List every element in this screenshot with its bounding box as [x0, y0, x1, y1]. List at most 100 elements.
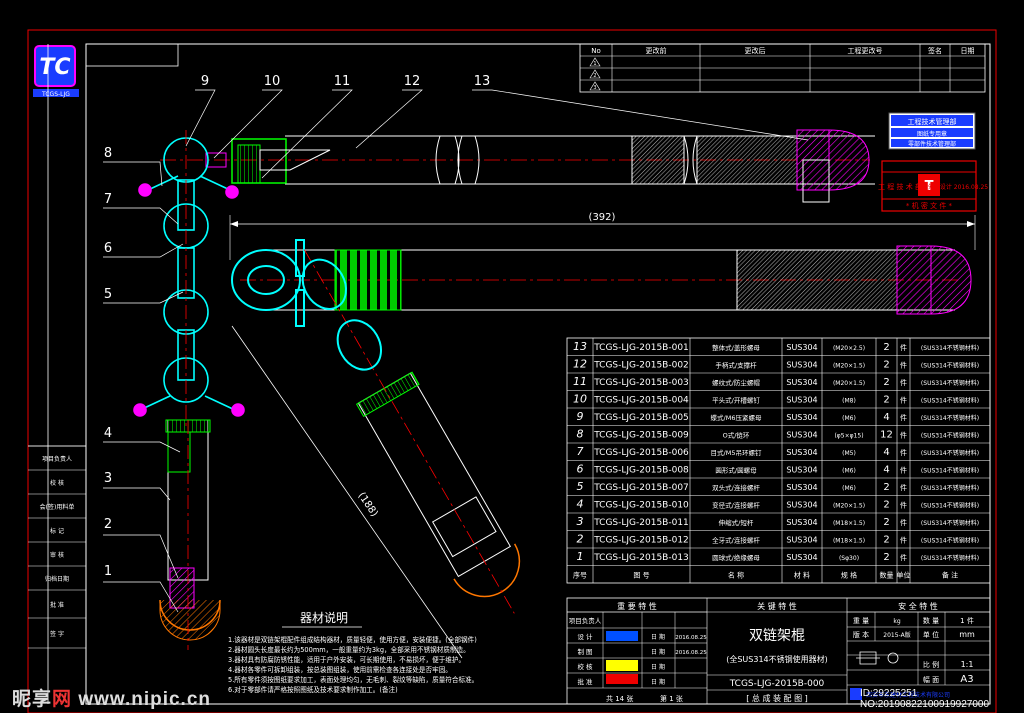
bom-cell-no: 9: [577, 410, 584, 423]
bom-cell-qty: 4: [883, 465, 889, 476]
bom-cell-code: TCGS-LJG-2015B-007: [593, 483, 689, 493]
bom-cell-spec: (M5): [842, 450, 856, 457]
callout-leader: [103, 487, 171, 501]
left-strip-label: 签 字: [50, 630, 64, 638]
bom-cell-qty: 2: [883, 517, 889, 528]
lower-tube-assembly: [159, 419, 221, 650]
bom-cell-mat: SUS304: [786, 413, 817, 422]
revision-header: 工程更改号: [848, 46, 883, 55]
image-id: ID:29225251 NO:20190822100919927000: [860, 688, 990, 710]
drawing-subtitle: (全SUS314不锈钢使用器材): [726, 654, 828, 664]
bom-cell-spec: (M6): [842, 485, 856, 492]
drawing-number: TCGS-LJG-2015B-000: [729, 679, 825, 689]
bom-cell-mat: SUS304: [786, 431, 817, 440]
svg-text:零部件技术管理部: 零部件技术管理部: [908, 140, 956, 148]
bom-header-qty: 数量: [880, 571, 894, 580]
bill-of-materials: 13 TCGS-LJG-2015B-001 整体式/盖形螺母 SUS304 (M20×2…: [566, 337, 991, 584]
bom-cell-note: (SUS314不锈钢材料): [921, 379, 979, 387]
left-strip-label: 项目负责人: [42, 455, 72, 463]
bom-cell-spec: (M20×1.5): [833, 380, 865, 387]
revision-no: 1: [593, 61, 596, 67]
callout-leader: [185, 89, 216, 147]
bom-cell-code: TCGS-LJG-2015B-002: [593, 361, 689, 371]
bom-cell-note: (SUS314不锈钢材料): [921, 432, 979, 440]
bom-cell-mat: SUS304: [786, 378, 817, 387]
bom-cell-spec: (M18×1.5): [833, 520, 865, 527]
signature-stamp: [606, 631, 638, 641]
bom-cell-mat: SUS304: [786, 343, 817, 352]
bom-cell-no: 8: [577, 428, 584, 441]
bom-cell-no: 2: [577, 533, 584, 546]
size-value: A3: [960, 674, 973, 685]
bom-cell-note: (SUS314不锈钢材料): [921, 414, 979, 422]
bom-cell-qty: 4: [883, 412, 889, 423]
callout-number: 1: [104, 564, 112, 579]
bom-cell-unit: 件: [900, 483, 907, 492]
bom-cell-unit: 件: [900, 536, 907, 545]
bom-cell-qty: 2: [883, 535, 889, 546]
bom-cell-mat: SUS304: [786, 501, 817, 510]
bom-cell-code: TCGS-LJG-2015B-013: [593, 553, 689, 563]
size-label: 幅 面: [923, 675, 939, 684]
bom-cell-no: 7: [577, 445, 584, 458]
bom-cell-spec: (M6): [842, 415, 856, 422]
bom-cell-unit: 件: [900, 501, 907, 510]
important-feature: 重 要 特 性: [617, 601, 657, 611]
bom-cell-mat: SUS304: [786, 553, 817, 562]
callout-number: 9: [201, 74, 209, 89]
bom-cell-unit: 件: [900, 466, 907, 475]
projection-symbol-icon: [856, 651, 880, 665]
bom-cell-qty: 2: [883, 342, 889, 353]
note-line: 2.器材圆头长度最长约为500mm，一般重量约为3kg，全部采用不锈钢材质制造。: [228, 645, 470, 654]
bom-header-name: 名 称: [728, 571, 744, 580]
bom-cell-spec: (M20×1.5): [833, 363, 865, 370]
bom-cell-note: (SUS314不锈钢材料): [921, 554, 979, 562]
left-strip-label: 会(签)用料单: [40, 503, 75, 511]
bom-cell-unit: 件: [900, 448, 907, 457]
bom-cell-name: 整体式/盖形螺母: [712, 343, 760, 352]
bom-cell-name: 伸缩式/短杆: [719, 518, 754, 527]
bom-cell-qty: 2: [883, 500, 889, 511]
bom-header-note: 备 注: [942, 571, 958, 580]
note-line: 1.该器材是双链架棍配件组成结构器材，质量轻便，使用方便，安装便捷。(全部钢件): [228, 635, 477, 644]
diagonal-dimension: (188): [231, 325, 463, 659]
middle-rod-assembly: (392): [229, 212, 976, 327]
bom-cell-code: TCGS-LJG-2015B-010: [593, 501, 689, 511]
bom-cell-mat: SUS304: [786, 448, 817, 457]
revision-table: No 更改前 更改后 工程更改号 签名 日期 1 2 3: [579, 43, 986, 93]
callout-leader: [355, 89, 423, 149]
top-left-box: [85, 43, 179, 67]
callout-number: 12: [404, 74, 421, 89]
bom-cell-name: 目式/M5吊环螺钉: [711, 448, 762, 457]
callout-number: 5: [104, 287, 112, 302]
title-label-check: 校 核: [577, 662, 593, 671]
bom-cell-no: 12: [573, 358, 587, 371]
bom-cell-spec: (Sφ30): [839, 555, 859, 562]
callout-number: 4: [104, 426, 112, 441]
bom-cell-spec: (M20×2.5): [833, 345, 865, 352]
scale-value: 1:1: [961, 660, 974, 669]
bom-cell-note: (SUS314不锈钢材料): [921, 362, 979, 370]
bom-cell-spec: (M20×1.5): [833, 503, 865, 510]
bom-cell-note: (SUS314不锈钢材料): [921, 344, 979, 352]
qty-value: 1 件: [960, 616, 974, 625]
bom-cell-no: 10: [573, 393, 587, 406]
bom-cell-mat: SUS304: [786, 361, 817, 370]
svg-text:(188): (188): [356, 491, 380, 520]
version-label: 版 本: [853, 630, 869, 639]
bom-cell-unit: 件: [900, 361, 907, 370]
assembly-label: [ 总 成 装 配 图 ]: [746, 693, 808, 703]
cad-drawing-canvas: TC TCGS-LJG 项目负责人校 核会(签)用料单标 记审 核归档日期批 准…: [27, 29, 997, 713]
bom-cell-name: 双头式/连接螺杆: [712, 483, 760, 492]
key-feature: 关 键 特 性: [757, 601, 797, 611]
bom-cell-name: 变径式/连接螺杆: [712, 501, 760, 510]
callout-leader: [103, 243, 184, 258]
bom-cell-unit: 件: [900, 343, 907, 352]
company-logo: TC TCGS-LJG: [33, 45, 79, 98]
qty-label: 数 量: [923, 616, 939, 625]
bom-cell-note: (SUS314不锈钢材料): [921, 519, 979, 527]
bom-cell-note: (SUS314不锈钢材料): [921, 484, 979, 492]
bom-cell-unit: 件: [900, 553, 907, 562]
projection-circle-icon: [887, 652, 899, 664]
left-strip-label: 标 记: [50, 527, 64, 535]
